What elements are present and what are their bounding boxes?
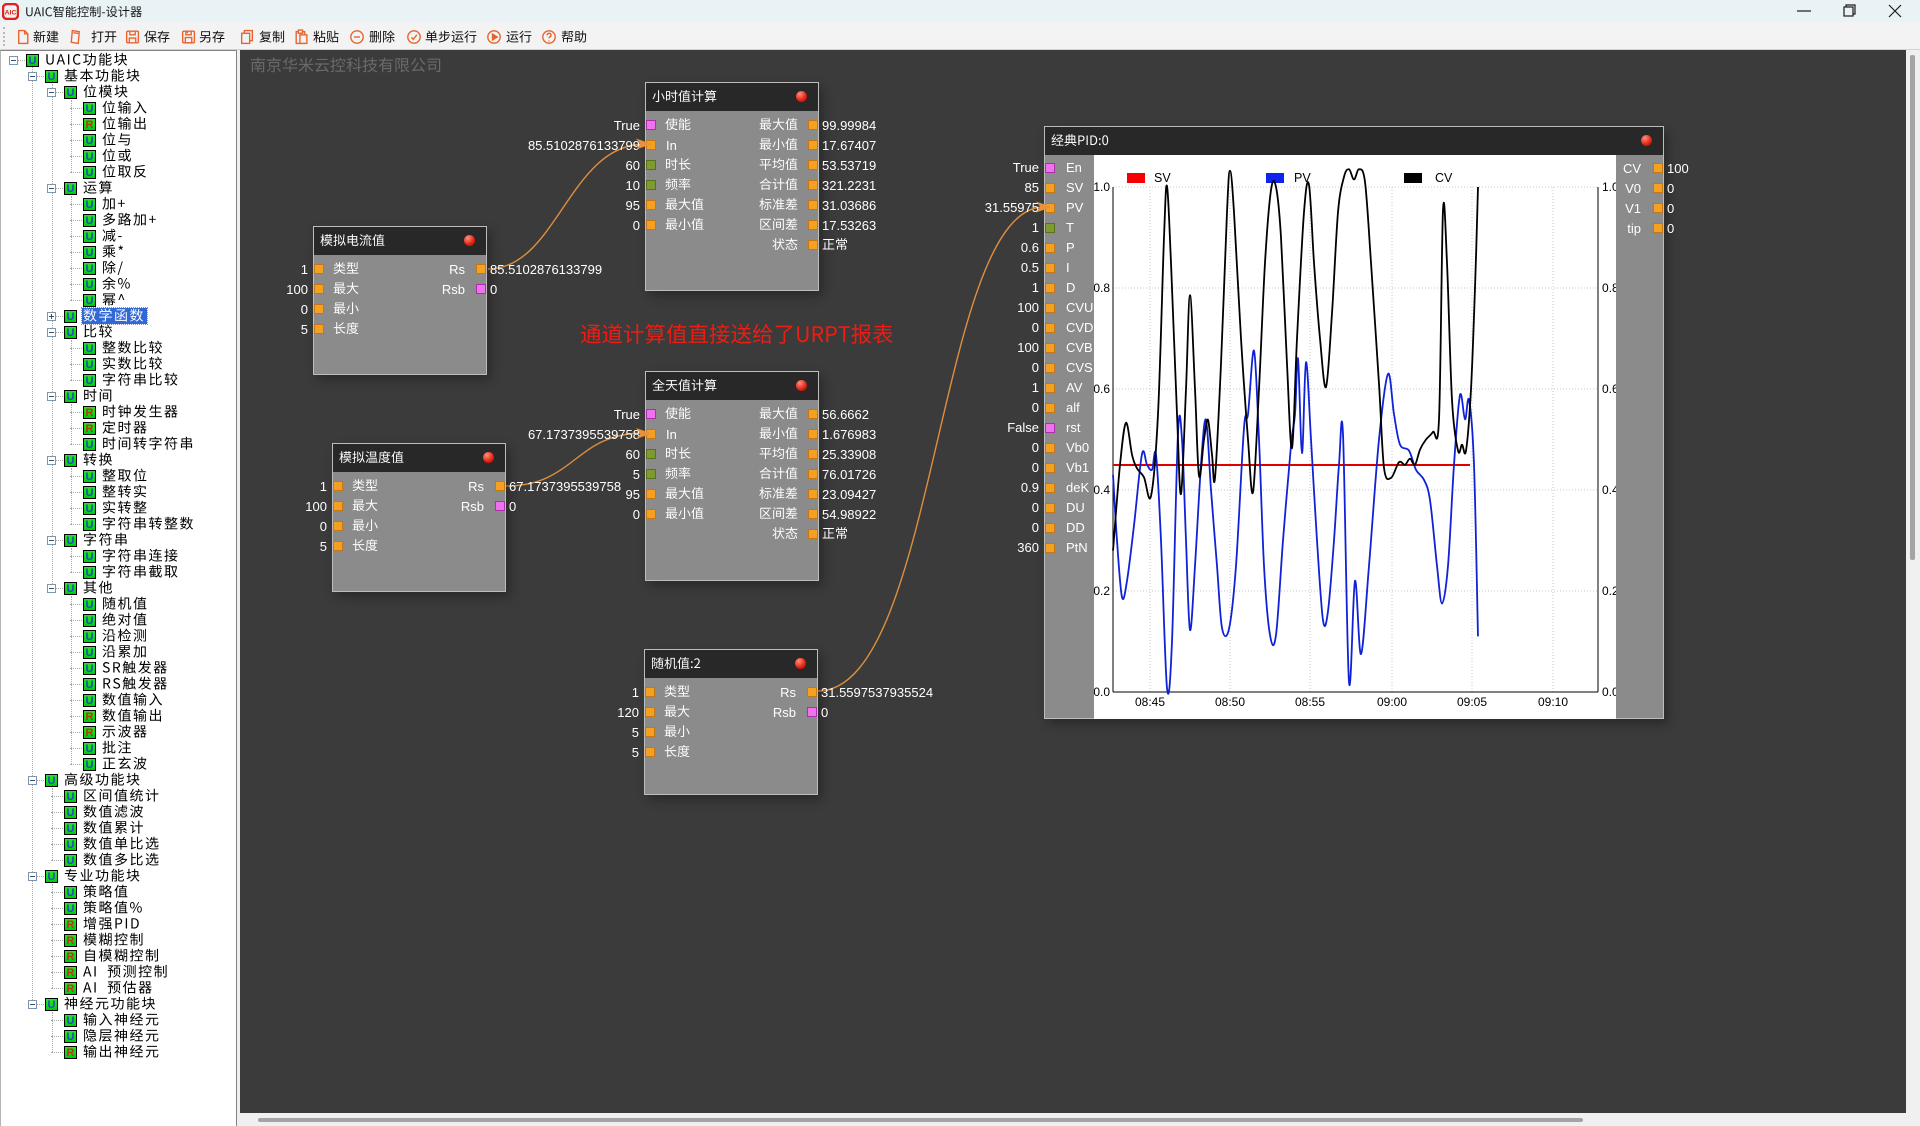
svg-text:08:55: 08:55: [1295, 695, 1325, 709]
svg-text:09:05: 09:05: [1457, 695, 1487, 709]
svg-text:0.0: 0.0: [1602, 685, 1616, 699]
svg-text:0.2: 0.2: [1602, 584, 1616, 598]
svg-text:1.0: 1.0: [1094, 180, 1110, 194]
svg-text:0.8: 0.8: [1094, 281, 1110, 295]
svg-text:SV: SV: [1154, 171, 1171, 185]
svg-text:09:00: 09:00: [1377, 695, 1407, 709]
svg-text:09:10: 09:10: [1538, 695, 1568, 709]
svg-text:0.4: 0.4: [1094, 483, 1110, 497]
svg-text:0.0: 0.0: [1094, 685, 1110, 699]
svg-text:08:50: 08:50: [1215, 695, 1245, 709]
svg-text:0.6: 0.6: [1094, 382, 1110, 396]
svg-text:08:45: 08:45: [1135, 695, 1165, 709]
svg-text:0.8: 0.8: [1602, 281, 1616, 295]
svg-text:0.4: 0.4: [1602, 483, 1616, 497]
svg-text:1.0: 1.0: [1602, 180, 1616, 194]
svg-text:0.6: 0.6: [1602, 382, 1616, 396]
svg-text:0.2: 0.2: [1094, 584, 1110, 598]
svg-text:CV: CV: [1435, 171, 1453, 185]
